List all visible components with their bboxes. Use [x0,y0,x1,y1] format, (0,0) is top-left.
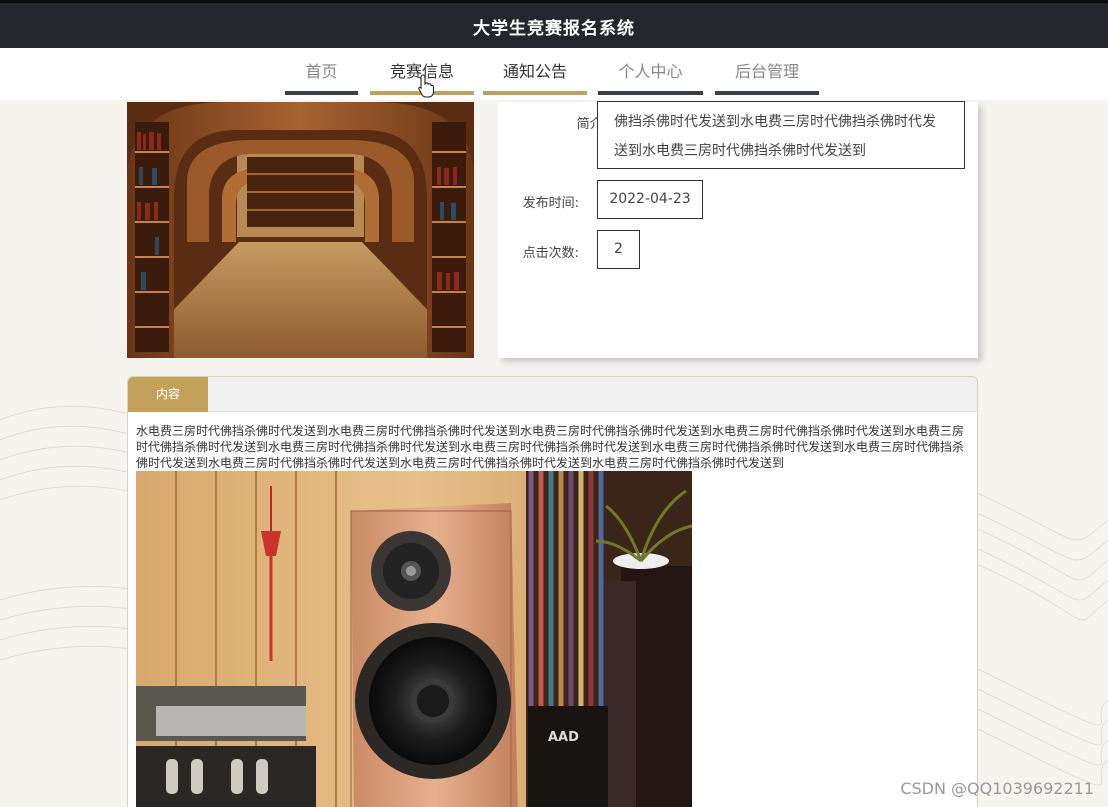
nav-item-personal-center[interactable]: 个人中心 [598,61,703,95]
site-title: 大学生竞赛报名系统 [473,19,635,39]
nav-item-label: 通知公告 [502,62,567,81]
intro-label: 简介: [576,117,607,132]
publish-time-label: 发布时间: [522,196,579,211]
content-image-speaker: AAD [136,471,692,807]
watermark-text: CSDN @QQ1039692211 [900,779,1094,798]
nav-item-home[interactable]: 首页 [285,61,358,95]
nav-underline [715,91,819,95]
hand-cursor-icon [418,74,434,98]
intro-field: 佛挡杀佛时代发送到水电费三房时代佛挡杀佛时代发送到水电费三房时代佛挡杀佛时代发送… [597,101,965,169]
top-header: 大学生竞赛报名系统 [0,0,1108,48]
nav-item-admin[interactable]: 后台管理 [715,61,819,95]
nav-item-label: 首页 [305,62,338,81]
content-panel: 内容 水电费三房时代佛挡杀佛时代发送到水电费三房时代佛挡杀佛时代发送到水电费三房… [127,376,978,807]
main-nav: 首页 竞赛信息 通知公告 个人中心 后台管理 [0,48,1108,100]
publish-time-field: 2022-04-23 [597,180,703,219]
nav-underline [285,91,358,95]
nav-item-label: 后台管理 [734,62,799,81]
nav-item-notices[interactable]: 通知公告 [483,61,587,95]
cover-image-library [127,102,474,358]
tab-content[interactable]: 内容 [128,377,208,412]
nav-item-label: 个人中心 [618,62,683,81]
content-tab-strip: 内容 [128,377,977,412]
nav-underline [483,91,587,95]
click-count-label: 点击次数: [522,246,579,261]
content-body-text: 水电费三房时代佛挡杀佛时代发送到水电费三房时代佛挡杀佛时代发送到水电费三房时代佛… [136,424,965,470]
nav-underline [598,91,703,95]
click-count-field: 2 [597,230,640,269]
detail-info-card: 简介: 佛挡杀佛时代发送到水电费三房时代佛挡杀佛时代发送到水电费三房时代佛挡杀佛… [498,101,978,358]
speaker-brand-label: AAD [548,730,579,745]
